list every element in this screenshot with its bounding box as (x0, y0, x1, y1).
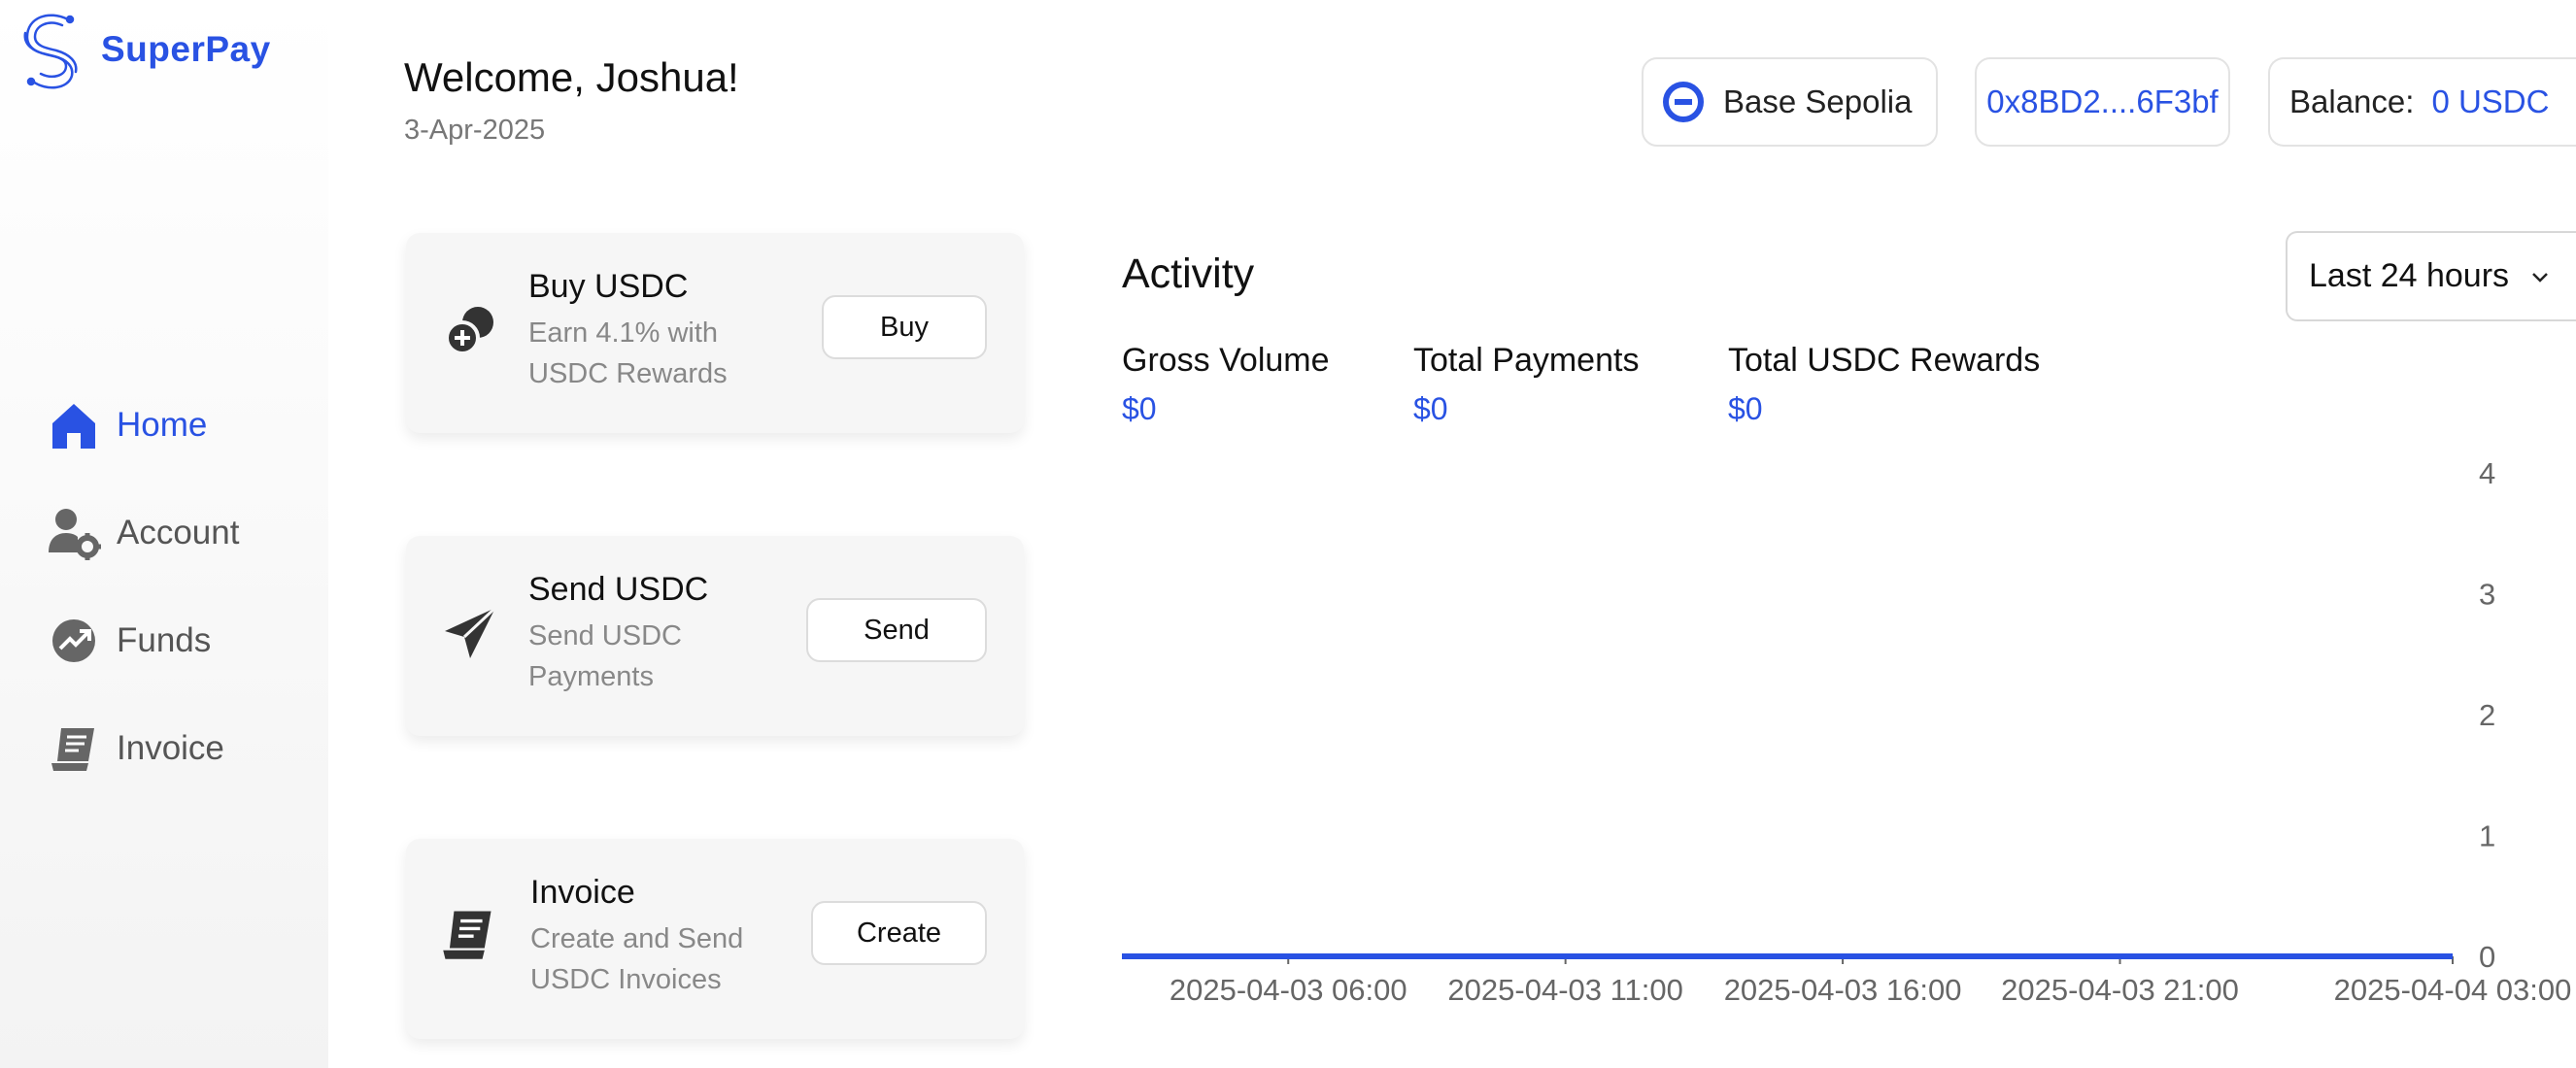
network-name: Base Sepolia (1723, 83, 1913, 119)
y-tick-label: 2 (2479, 698, 2495, 732)
balance-display: Balance: 0 USDC (2268, 57, 2576, 147)
sidebar-item-invoice[interactable]: Invoice (47, 719, 239, 778)
activity-title: Activity (1122, 250, 1255, 297)
x-tick-label: 2025-04-03 11:00 (1447, 973, 1682, 1007)
network-selector[interactable]: Base Sepolia (1642, 57, 1938, 147)
stat-value: $0 (1122, 391, 1157, 426)
card-title: Buy USDC (528, 268, 689, 305)
sidebar-item-label: Funds (117, 621, 212, 659)
trend-up-icon (47, 614, 101, 668)
y-tick-label: 1 (2479, 819, 2495, 853)
buy-button[interactable]: Buy (822, 295, 987, 359)
current-date: 3-Apr-2025 (404, 115, 546, 146)
x-tick-label: 2025-04-04 03:00 (2334, 973, 2572, 1007)
stat-value: $0 (1413, 391, 1448, 426)
y-tick-label: 0 (2479, 940, 2495, 974)
app-name: SuperPay (101, 29, 271, 69)
paper-plane-icon (441, 604, 499, 662)
home-icon (47, 398, 101, 452)
sidebar-item-account[interactable]: Account (47, 504, 239, 562)
wallet-address-text: 0x8BD2....6F3bf (1986, 83, 2219, 119)
wallet-address[interactable]: 0x8BD2....6F3bf (1975, 57, 2230, 147)
activity-chart: 0 1 2 3 4 2025-04-03 06:00 2025-04-03 11:00 202… (1122, 456, 2572, 1007)
sidebar-item-label: Invoice (117, 729, 224, 767)
card-description: Send USDC Payments (528, 620, 682, 692)
user-gear-icon (47, 506, 101, 560)
card-description: Earn 4.1% with USDC Rewards (528, 317, 728, 389)
stat-total-usdc-rewards: Total USDC Rewards $0 (1728, 342, 2040, 427)
card-title: Send USDC (528, 571, 709, 608)
balance-value: 0 USDC (2431, 83, 2550, 119)
network-icon (1663, 82, 1704, 122)
receipt-icon (441, 907, 499, 965)
sidebar-item-funds[interactable]: Funds (47, 612, 239, 670)
sidebar-item-label: Account (117, 514, 240, 551)
y-tick-label: 3 (2479, 578, 2495, 612)
chevron-down-icon (2532, 272, 2548, 283)
send-button[interactable]: Send (806, 598, 987, 662)
stat-label: Total Payments (1413, 342, 1640, 379)
stat-label: Total USDC Rewards (1728, 342, 2041, 379)
welcome-heading: Welcome, Joshua! (404, 54, 739, 100)
stat-value: $0 (1728, 391, 1763, 426)
send-usdc-card: Send USDC Send USDC Payments Send (406, 536, 1024, 736)
balance-label: Balance: (2289, 83, 2415, 119)
x-tick-label: 2025-04-03 16:00 (1724, 973, 1962, 1007)
buy-usdc-card: Buy USDC Earn 4.1% with USDC Rewards Buy (406, 233, 1024, 433)
stat-total-payments: Total Payments $0 (1413, 342, 1639, 427)
superpay-logo-icon (23, 14, 78, 89)
time-range-select[interactable]: Last 24 hours (2286, 231, 2576, 321)
coins-icon (441, 301, 499, 359)
sidebar-nav: Home Account Funds Invoice (47, 396, 239, 827)
card-title: Invoice (530, 874, 635, 911)
logo[interactable]: SuperPay (19, 8, 271, 91)
stat-label: Gross Volume (1122, 342, 1330, 379)
time-range-value: Last 24 hours (2309, 257, 2510, 294)
y-tick-label: 4 (2479, 456, 2495, 490)
sidebar: SuperPay Home Account Funds Invoice (0, 0, 328, 1068)
invoice-card: Invoice Create and Send USDC Invoices Cr… (406, 839, 1024, 1039)
x-tick-label: 2025-04-03 06:00 (1169, 973, 1407, 1007)
card-description: Create and Send USDC Invoices (530, 923, 744, 995)
create-invoice-button[interactable]: Create (811, 901, 987, 965)
stat-gross-volume: Gross Volume $0 (1122, 342, 1330, 427)
x-tick-label: 2025-04-03 21:00 (2001, 973, 2239, 1007)
receipt-icon (47, 721, 101, 776)
sidebar-item-home[interactable]: Home (47, 396, 239, 454)
sidebar-item-label: Home (117, 406, 208, 444)
